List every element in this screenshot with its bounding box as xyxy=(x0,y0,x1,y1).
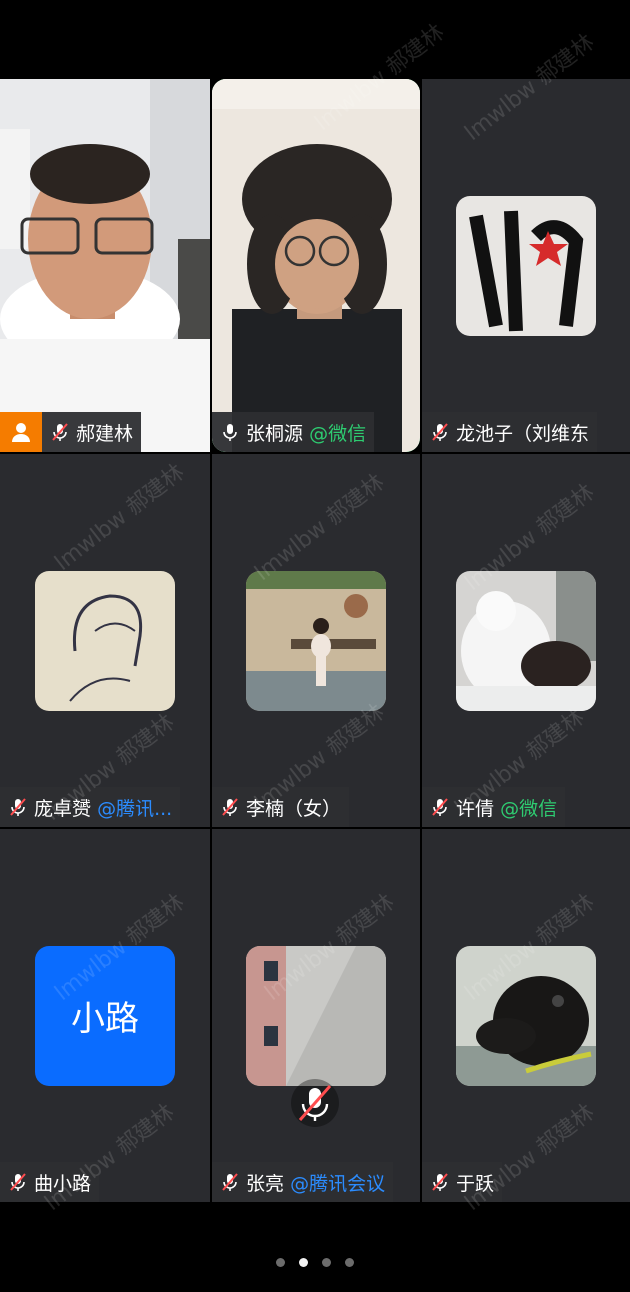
participant-name: 于跃 xyxy=(456,1172,495,1195)
participant-name: 郝建林 xyxy=(76,422,134,445)
participant-avatar xyxy=(456,945,596,1086)
participant-tile-3[interactable]: 龙池子（刘维东 xyxy=(422,79,630,452)
avatar-initials: 小路 xyxy=(35,945,175,1086)
mic-muted-icon xyxy=(291,1079,339,1127)
participant-tag: @微信 xyxy=(309,422,367,445)
mic-muted-icon xyxy=(432,423,448,441)
mic-icon xyxy=(223,424,237,441)
page-dot[interactable] xyxy=(322,1258,331,1267)
participant-tile-8[interactable]: 张亮 @腾讯会议 xyxy=(212,829,420,1202)
mic-muted-icon xyxy=(10,1173,26,1191)
participant-tile-5[interactable]: 李楠（女） xyxy=(212,454,420,827)
participant-label: 许倩 @微信 xyxy=(422,787,566,827)
participant-name: 张桐源 @微信 xyxy=(246,422,367,445)
person-icon xyxy=(12,423,30,442)
host-badge xyxy=(0,412,42,452)
participant-tag: @腾讯... xyxy=(97,797,173,820)
participant-avatar: 小路 xyxy=(35,945,175,1086)
participant-video xyxy=(212,79,420,452)
participant-video xyxy=(0,79,210,452)
participant-grid: 郝建林 张桐源 @微信 龙池子（刘维东 庞卓赟 @腾讯... 李楠（女） 许倩 … xyxy=(0,79,630,1202)
participant-avatar xyxy=(456,195,596,336)
mic-muted-icon xyxy=(432,798,448,816)
participant-label: 龙池子（刘维东 xyxy=(422,412,598,452)
page-dot-current[interactable] xyxy=(299,1258,308,1267)
participant-name: 龙池子（刘维东 xyxy=(456,422,590,445)
participant-avatar xyxy=(246,570,386,711)
participant-avatar xyxy=(35,570,175,711)
participant-tag: @腾讯会议 xyxy=(290,1172,386,1195)
participant-label: 曲小路 xyxy=(0,1162,100,1202)
page-dot[interactable] xyxy=(276,1258,285,1267)
participant-avatar xyxy=(456,570,596,711)
participant-tile-6[interactable]: 许倩 @微信 xyxy=(422,454,630,827)
participant-tile-9[interactable]: 于跃 xyxy=(422,829,630,1202)
participant-name: 曲小路 xyxy=(34,1172,92,1195)
participant-label: 郝建林 xyxy=(42,412,142,452)
participant-tile-2[interactable]: 张桐源 @微信 xyxy=(212,79,420,452)
participant-tile-1[interactable]: 郝建林 xyxy=(0,79,210,452)
mic-muted-icon xyxy=(432,1173,448,1191)
page-indicator[interactable] xyxy=(0,1258,630,1267)
mic-muted-icon xyxy=(10,798,26,816)
participant-label: 于跃 xyxy=(422,1162,503,1202)
participant-name: 许倩 @微信 xyxy=(456,797,558,820)
participant-avatar xyxy=(246,945,386,1086)
participant-label: 庞卓赟 @腾讯... xyxy=(0,787,181,827)
participant-name: 李楠（女） xyxy=(246,797,342,820)
participant-label: 张亮 @腾讯会议 xyxy=(212,1162,394,1202)
participant-label: 李楠（女） xyxy=(212,787,350,827)
participant-name: 庞卓赟 @腾讯... xyxy=(34,797,173,820)
participant-tile-7[interactable]: 小路 曲小路 xyxy=(0,829,210,1202)
mic-muted-icon xyxy=(222,1173,238,1191)
participant-tag: @微信 xyxy=(500,797,558,820)
participant-name: 张亮 @腾讯会议 xyxy=(246,1172,386,1195)
participant-label: 张桐源 @微信 xyxy=(212,412,375,452)
page-dot[interactable] xyxy=(345,1258,354,1267)
participant-tile-4[interactable]: 庞卓赟 @腾讯... xyxy=(0,454,210,827)
mic-muted-icon xyxy=(222,798,238,816)
mic-muted-icon xyxy=(52,423,68,441)
